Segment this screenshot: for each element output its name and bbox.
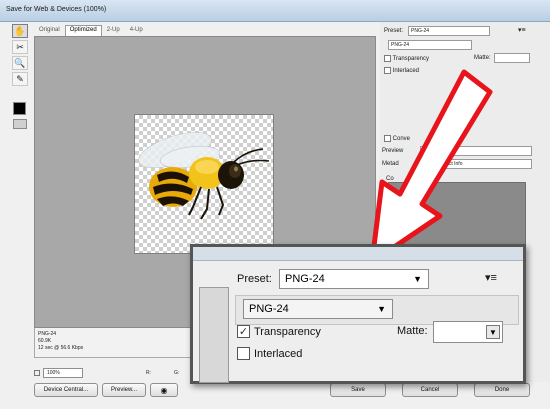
small-transparency-label: Transparency — [392, 56, 430, 63]
callout-left-pane — [199, 287, 229, 383]
transparency-checkbox[interactable]: ✓ — [237, 325, 250, 338]
browser-select-button[interactable]: ◉ — [150, 383, 178, 397]
small-preset-select[interactable]: PNG-24 — [408, 26, 490, 36]
format-select-value: PNG-24 — [249, 303, 289, 315]
slice-select-tool-icon[interactable]: ✂ — [12, 40, 28, 54]
transparent-image[interactable] — [134, 114, 274, 254]
g-readout-label: G: — [174, 370, 180, 376]
preset-select-value: PNG-24 — [285, 273, 325, 285]
eyedropper-color-swatch[interactable] — [13, 102, 26, 115]
small-preset-label: Preset: — [384, 28, 404, 34]
format-select[interactable]: PNG-24 ▼ — [243, 299, 393, 319]
zoom-minus-icon[interactable] — [34, 370, 40, 376]
small-matte-label: Matte: — [474, 55, 491, 61]
matte-select[interactable]: ▼ — [433, 321, 503, 343]
interlaced-row[interactable]: Interlaced — [237, 347, 302, 360]
chevron-down-icon: ▼ — [413, 274, 422, 284]
zoom-row: 100% R: G: — [34, 367, 179, 379]
interlaced-checkbox[interactable] — [237, 347, 250, 360]
save-button[interactable]: Save — [330, 383, 386, 397]
title-bar: Save for Web & Devices (100%) — [0, 0, 550, 22]
toggle-slices-icon[interactable] — [13, 119, 27, 129]
tab-2-up[interactable]: 2-Up — [102, 25, 125, 36]
device-central-button[interactable]: Device Central... — [34, 383, 98, 397]
chevron-down-icon: ▼ — [377, 304, 386, 314]
hand-tool-icon[interactable]: ✋ — [12, 24, 28, 38]
zoom-select[interactable]: 100% — [43, 368, 83, 378]
tool-column: ✋ ✂ 🔍 ✎ — [12, 24, 30, 129]
zoom-callout: Preset: PNG-24 ▼ ▾≡ PNG-24 ▼ ✓ Transpare… — [190, 244, 526, 384]
transparency-row[interactable]: ✓ Transparency — [237, 325, 321, 338]
small-matte-select[interactable] — [494, 53, 530, 63]
view-tabs: Original Optimized 2-Up 4-Up — [34, 25, 148, 36]
optimize-menu-icon[interactable]: ▾≡ — [485, 271, 497, 284]
browser-icon: ◉ — [160, 385, 168, 395]
matte-label: Matte: — [397, 325, 428, 337]
chevron-down-icon: ▼ — [486, 325, 500, 339]
callout-strip — [193, 247, 523, 261]
interlaced-label: Interlaced — [254, 347, 303, 360]
tab-optimized[interactable]: Optimized — [64, 25, 102, 36]
tab-original[interactable]: Original — [34, 25, 65, 36]
bee-image — [138, 131, 270, 220]
small-transparency-checkbox[interactable] — [384, 55, 391, 62]
arrow-shape — [369, 69, 493, 265]
cancel-button[interactable]: Cancel — [402, 383, 458, 397]
red-arrow-icon — [369, 69, 493, 265]
small-format-select[interactable]: PNG-24 — [388, 40, 472, 50]
done-button[interactable]: Done — [474, 383, 530, 397]
small-optimize-menu-icon[interactable]: ▾≡ — [518, 26, 526, 34]
zoom-tool-icon[interactable]: 🔍 — [12, 56, 28, 70]
preset-select[interactable]: PNG-24 ▼ — [279, 269, 429, 289]
transparency-label: Transparency — [254, 325, 321, 338]
preview-button[interactable]: Preview... — [102, 383, 146, 397]
window-title: Save for Web & Devices (100%) — [6, 6, 107, 13]
preset-label: Preset: — [237, 273, 272, 285]
r-readout-label: R: — [146, 370, 151, 376]
tab-4-up[interactable]: 4-Up — [125, 25, 148, 36]
small-transparency-row[interactable]: Transparency — [384, 55, 429, 62]
eyedropper-tool-icon[interactable]: ✎ — [12, 72, 28, 86]
